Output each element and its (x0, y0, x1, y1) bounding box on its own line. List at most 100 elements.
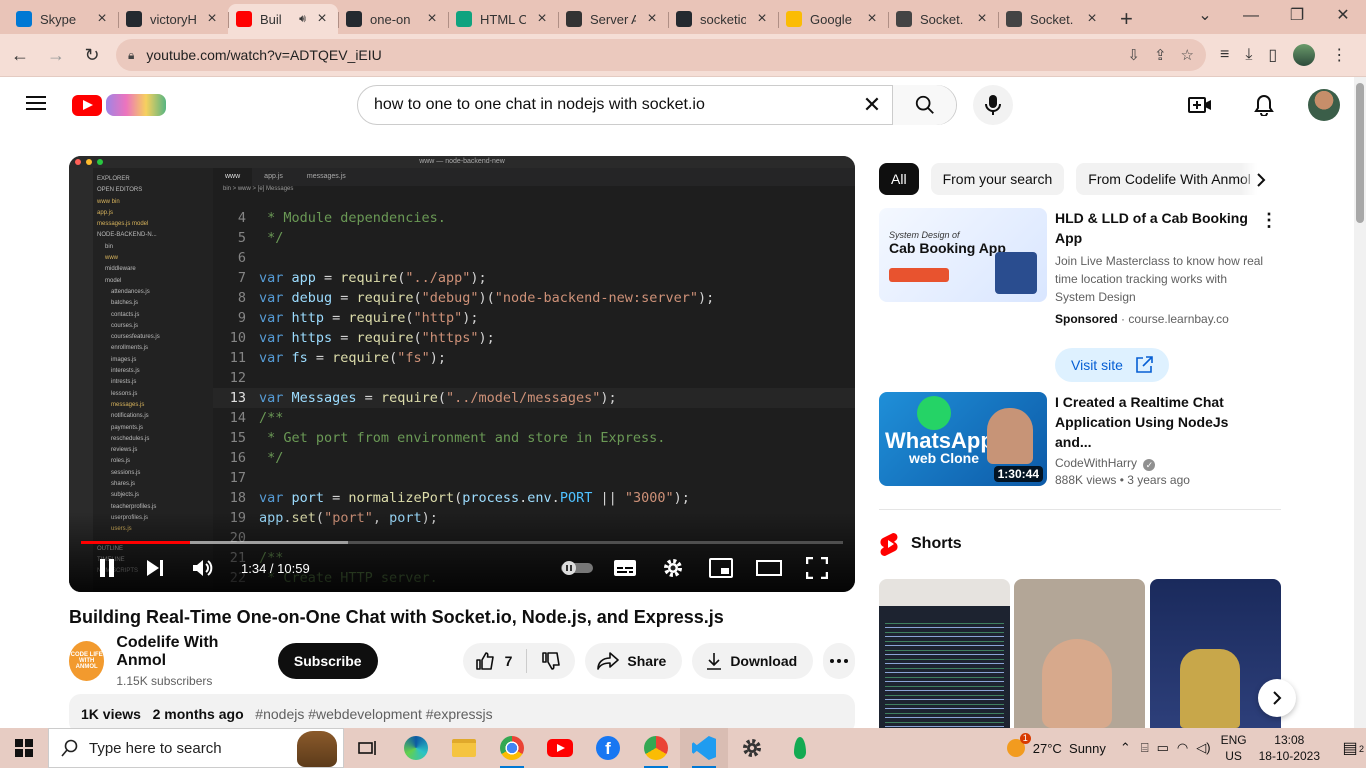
close-tab-icon[interactable]: × (974, 10, 990, 28)
subtitles-button[interactable] (601, 544, 649, 592)
ad-menu-icon[interactable]: ⋮ (1260, 210, 1278, 231)
browser-tab[interactable]: socketio × (668, 4, 778, 34)
filter-chip[interactable]: From Codelife With Anmol (1076, 163, 1263, 195)
taskbar-search[interactable]: Type here to search (48, 728, 344, 768)
youtube-logo[interactable] (72, 94, 166, 116)
hashtags[interactable]: #nodejs #webdevelopment #expressjs (255, 706, 492, 722)
browser-tab[interactable]: Server A × (558, 4, 668, 34)
browser-tab[interactable]: Buil 🔊︎ × (228, 4, 338, 34)
short-thumbnail-1[interactable] (879, 579, 1010, 728)
fullscreen-button[interactable] (793, 544, 841, 592)
search-input[interactable] (358, 86, 852, 124)
network-icon[interactable]: ⌸ (1141, 740, 1149, 756)
file-explorer-taskbar-button[interactable] (440, 728, 488, 768)
filter-chip[interactable]: From your search (930, 163, 1065, 195)
downloads-icon[interactable]: ⤓ (1245, 46, 1252, 64)
chrome-taskbar-button[interactable] (488, 728, 536, 768)
profile-avatar[interactable] (1293, 44, 1316, 66)
start-button[interactable] (0, 728, 48, 768)
settings-button[interactable] (649, 544, 697, 592)
audio-playing-icon[interactable]: 🔊︎ (299, 13, 306, 26)
install-icon[interactable]: ⇩ (1127, 46, 1140, 64)
close-tab-icon[interactable]: × (644, 10, 660, 28)
weather-widget[interactable]: 1 27°C Sunny (1006, 733, 1106, 757)
theater-mode-button[interactable] (745, 544, 793, 592)
close-tab-icon[interactable]: × (314, 10, 330, 28)
share-page-icon[interactable]: ⇪ (1154, 46, 1167, 64)
chrome-menu-icon[interactable]: ⋮ (1331, 45, 1347, 65)
visit-site-button[interactable]: Visit site (1055, 348, 1169, 382)
close-window-button[interactable]: ✕ (1320, 0, 1366, 34)
share-button[interactable]: Share (585, 643, 683, 679)
speaker-icon[interactable]: ◁) (1196, 740, 1210, 756)
reload-button[interactable]: ↻ (76, 39, 108, 71)
wifi-icon[interactable]: ◠ (1177, 740, 1188, 756)
subscribe-button[interactable]: Subscribe (277, 643, 378, 679)
page-scrollbar[interactable] (1354, 77, 1366, 728)
download-button[interactable]: Download (692, 643, 814, 679)
bookmark-star-icon[interactable]: ☆ (1181, 46, 1194, 64)
mongodb-compass-taskbar-button[interactable] (776, 728, 824, 768)
clock[interactable]: 13:08 18-10-2023 (1259, 732, 1320, 764)
voice-search-button[interactable] (973, 85, 1013, 125)
search-button[interactable] (892, 85, 956, 125)
channel-avatar[interactable]: CODE LIFE WITH ANMOL (69, 641, 105, 681)
miniplayer-button[interactable] (697, 544, 745, 592)
close-tab-icon[interactable]: × (864, 10, 880, 28)
video-player[interactable]: www — node-backend-new EXPLORER OPEN EDIT… (69, 156, 855, 592)
more-actions-button[interactable] (823, 643, 855, 679)
browser-tab[interactable]: Socket. × (998, 4, 1108, 34)
forward-button[interactable]: → (40, 39, 72, 71)
close-tab-icon[interactable]: × (534, 10, 550, 28)
browser-tab[interactable]: HTML C × (448, 4, 558, 34)
short-thumbnail-2[interactable] (1014, 579, 1145, 728)
related-video-card[interactable]: WhatsApp web Clone 1:30:44 I Created a R… (879, 392, 1281, 487)
notifications-button[interactable] (1244, 85, 1284, 125)
browser-tab[interactable]: Socket. × (888, 4, 998, 34)
youtube-taskbar-button[interactable] (536, 728, 584, 768)
close-tab-icon[interactable]: × (424, 10, 440, 28)
show-hidden-icons[interactable]: ⌃ (1120, 740, 1131, 756)
scrollbar-thumb[interactable] (1356, 83, 1364, 223)
clear-search-icon[interactable]: ✕ (852, 92, 892, 118)
browser-tab[interactable]: Google × (778, 4, 888, 34)
ad-thumbnail[interactable]: System Design of Cab Booking App (879, 208, 1047, 302)
related-video-title[interactable]: I Created a Realtime Chat Application Us… (1055, 392, 1265, 452)
tab-search-icon[interactable]: ⌄ (1182, 0, 1228, 34)
settings-taskbar-button[interactable] (728, 728, 776, 768)
like-button[interactable]: 7 (463, 649, 528, 673)
meet-now-icon[interactable]: ▭ (1157, 740, 1169, 756)
related-video-thumbnail[interactable]: WhatsApp web Clone 1:30:44 (879, 392, 1047, 486)
address-bar[interactable]: 🔒︎ youtube.com/watch?v=ADTQEV_iEIU ⇩ ⇪ ☆ (116, 39, 1206, 71)
dislike-button[interactable] (527, 651, 575, 671)
menu-icon[interactable] (26, 94, 46, 117)
edge-taskbar-button[interactable] (392, 728, 440, 768)
side-panel-icon[interactable]: ▯ (1268, 45, 1277, 65)
autoplay-toggle[interactable] (553, 544, 601, 592)
ad-card[interactable]: System Design of Cab Booking App HLD & L… (879, 208, 1281, 326)
chrome-profile-taskbar-button[interactable] (632, 728, 680, 768)
close-tab-icon[interactable]: × (1084, 10, 1100, 28)
close-tab-icon[interactable]: × (94, 10, 110, 28)
close-tab-icon[interactable]: × (204, 10, 220, 28)
create-video-button[interactable] (1180, 85, 1220, 125)
channel-name[interactable]: Codelife With Anmol (116, 634, 254, 670)
reading-list-icon[interactable]: ≡ (1220, 46, 1229, 64)
restore-button[interactable]: ❐ (1274, 0, 1320, 34)
account-avatar[interactable] (1308, 89, 1340, 121)
chips-next-button[interactable] (1241, 163, 1281, 197)
vscode-taskbar-button[interactable] (680, 728, 728, 768)
close-tab-icon[interactable]: × (754, 10, 770, 28)
related-video-channel[interactable]: CodeWithHarry (1055, 456, 1137, 470)
notifications-center-button[interactable]: ▤ 2 (1334, 738, 1366, 758)
task-view-button[interactable] (344, 728, 392, 768)
next-button[interactable] (131, 544, 179, 592)
shorts-next-button[interactable] (1258, 679, 1296, 717)
lock-icon[interactable]: 🔒︎ (128, 48, 134, 63)
pause-button[interactable] (83, 544, 131, 592)
browser-tab[interactable]: Skype × (8, 4, 118, 34)
minimize-button[interactable]: — (1228, 0, 1274, 34)
browser-tab[interactable]: one-on × (338, 4, 448, 34)
back-button[interactable]: ← (4, 39, 36, 71)
language-indicator[interactable]: ENG US (1221, 732, 1247, 764)
